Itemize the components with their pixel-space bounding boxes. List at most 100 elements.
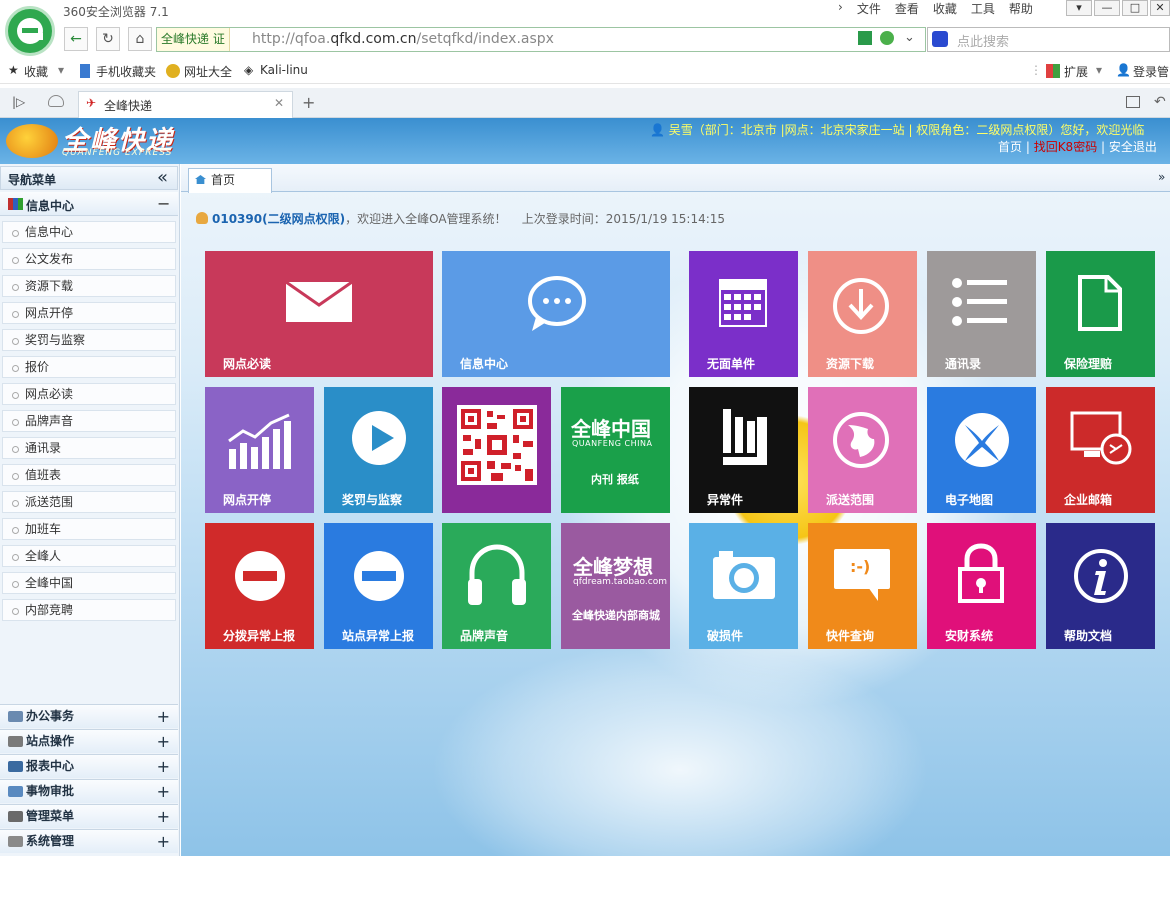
login-manager[interactable]: 登录管 — [1133, 63, 1169, 80]
tile-delivery-range[interactable]: 派送范围 — [808, 387, 917, 513]
menu-favorites[interactable]: 收藏 — [933, 0, 957, 18]
link-recover-password[interactable]: 找回K8密码 — [1034, 140, 1098, 154]
more-icon[interactable]: ⋮ — [1030, 63, 1042, 77]
sidebar-item-info-center[interactable]: 信息中心 — [2, 221, 176, 243]
collapse-section-icon[interactable]: − — [157, 194, 170, 213]
tile-label: 站点异常上报 — [342, 629, 415, 643]
menu-view[interactable]: 查看 — [895, 0, 919, 18]
sidebar-item-duty[interactable]: 值班表 — [2, 464, 176, 486]
tab-scroll-icon[interactable]: » — [1158, 170, 1165, 184]
tab-home[interactable]: 首页 — [188, 168, 272, 193]
menu-file[interactable]: 文件 — [857, 0, 881, 18]
sidebar-toggle-icon[interactable]: |▷ — [12, 95, 25, 109]
extensions-menu[interactable]: 扩展 — [1064, 63, 1088, 80]
minimize-button[interactable]: — — [1094, 0, 1120, 16]
tile-no-waybill[interactable]: 无面单件 — [689, 251, 798, 377]
site-verified-badge[interactable]: 全峰快递 证 — [157, 28, 230, 51]
mail-icon — [285, 281, 353, 322]
sidebar-section-approval[interactable]: 事物审批 + — [0, 779, 178, 803]
chevron-down-icon[interactable]: ▾ — [58, 63, 64, 77]
sidebar-item-recruit[interactable]: 内部竞聘 — [2, 599, 176, 621]
section-label: 系统管理 — [26, 834, 75, 848]
sidebar-section-system[interactable]: 系统管理 + — [0, 829, 178, 853]
sidebar-item-brand-voice[interactable]: 品牌声音 — [2, 410, 176, 432]
tile-downloads[interactable]: 资源下载 — [808, 251, 917, 377]
sidebar-item-documents[interactable]: 公文发布 — [2, 248, 176, 270]
fav-directory[interactable]: 网址大全 — [184, 63, 232, 80]
tile-finance-system[interactable]: 安财系统 — [927, 523, 1036, 649]
tile-hub-exception-report[interactable]: 分拨异常上报 — [205, 523, 314, 649]
sidebar-item-rewards[interactable]: 奖罚与监察 — [2, 329, 176, 351]
url-text[interactable]: http://qfoa.qfkd.com.cn/setqfkd/index.as… — [252, 31, 554, 47]
qr-icon[interactable] — [858, 31, 872, 45]
brand-logo-icon — [6, 124, 58, 158]
sidebar-item-delivery-range[interactable]: 派送范围 — [2, 491, 176, 513]
fav-star-icon[interactable]: ★ — [8, 63, 19, 77]
sidebar-section-admin[interactable]: 管理菜单 + — [0, 804, 178, 828]
search-engine-icon[interactable] — [932, 31, 948, 47]
tile-label: 快件查询 — [826, 629, 875, 643]
menu-help[interactable]: 帮助 — [1009, 0, 1033, 18]
expand-icon[interactable]: + — [157, 705, 170, 728]
undo-icon[interactable]: ↶ — [1154, 94, 1166, 110]
fav-favorites[interactable]: 收藏 — [24, 63, 48, 80]
shirt-skin-icon[interactable]: ▾ — [1066, 0, 1092, 16]
tile-station-exception-report[interactable]: 站点异常上报 — [324, 523, 433, 649]
tile-e-map[interactable]: 电子地图 — [927, 387, 1036, 513]
tile-contacts[interactable]: 通讯录 — [927, 251, 1036, 377]
tile-label: 保险理赔 — [1064, 357, 1113, 371]
security-icon[interactable] — [880, 31, 894, 45]
cloud-icon[interactable] — [48, 95, 64, 107]
sidebar-item-outlet-status[interactable]: 网点开停 — [2, 302, 176, 324]
link-home[interactable]: 首页 — [998, 140, 1022, 154]
sidebar-item-overtime-bus[interactable]: 加班车 — [2, 518, 176, 540]
sidebar-item-must-read[interactable]: 网点必读 — [2, 383, 176, 405]
tile-qr-code[interactable] — [442, 387, 551, 513]
restore-tab-icon[interactable] — [1126, 96, 1140, 108]
expand-icon[interactable]: + — [157, 780, 170, 803]
chevron-down-icon[interactable]: ▾ — [1096, 63, 1102, 77]
sidebar-item-contacts[interactable]: 通讯录 — [2, 437, 176, 459]
tile-outlet-status[interactable]: 网点开停 — [205, 387, 314, 513]
sidebar-section-office[interactable]: 办公事务 + — [0, 704, 178, 728]
brand-subtitle: QUANFENG EXPRESS — [62, 148, 173, 158]
new-tab-icon[interactable]: + — [302, 93, 315, 112]
sidebar-item-china[interactable]: 全峰中国 — [2, 572, 176, 594]
fav-mobile[interactable]: 手机收藏夹 — [96, 63, 156, 80]
sidebar-item-people[interactable]: 全峰人 — [2, 545, 176, 567]
expand-icon[interactable]: + — [157, 755, 170, 778]
back-icon[interactable]: ← — [64, 27, 88, 51]
expand-icon[interactable]: + — [157, 805, 170, 828]
tab-close-icon[interactable]: ✕ — [274, 96, 284, 110]
tile-damaged[interactable]: 破损件 — [689, 523, 798, 649]
fav-kali[interactable]: Kali-linu — [260, 63, 308, 77]
refresh-icon[interactable]: ↻ — [96, 27, 120, 51]
close-button[interactable]: ✕ — [1150, 0, 1170, 16]
tile-must-read[interactable]: 网点必读 — [205, 251, 433, 377]
tile-quanfeng-china[interactable]: 全峰中国 QUANFENG CHINA 内刊 报纸 — [561, 387, 670, 513]
tile-help-docs[interactable]: 帮助文档 — [1046, 523, 1155, 649]
collapse-icon[interactable]: « — [157, 167, 168, 188]
expand-icon[interactable]: + — [157, 830, 170, 853]
chevron-right-icon[interactable]: › — [838, 0, 843, 18]
sidebar-section-info-label: 信息中心 — [26, 199, 75, 213]
tile-quanfeng-dream[interactable]: 全峰梦想 qfdream.taobao.com 全峰快递内部商城 — [561, 523, 670, 649]
tile-info-center[interactable]: 信息中心 — [442, 251, 670, 377]
chevron-down-icon[interactable]: ⌄ — [904, 30, 915, 45]
sidebar-item-downloads[interactable]: 资源下载 — [2, 275, 176, 297]
menu-tools[interactable]: 工具 — [971, 0, 995, 18]
sidebar-section-station[interactable]: 站点操作 + — [0, 729, 178, 753]
maximize-button[interactable]: □ — [1122, 0, 1148, 16]
tile-exception[interactable]: 异常件 — [689, 387, 798, 513]
sidebar-section-reports[interactable]: 报表中心 + — [0, 754, 178, 778]
expand-icon[interactable]: + — [157, 730, 170, 753]
home-icon[interactable]: ⌂ — [128, 27, 152, 51]
link-logout[interactable]: 安全退出 — [1109, 140, 1157, 154]
tile-brand-voice[interactable]: 品牌声音 — [442, 523, 551, 649]
camera-icon — [713, 551, 775, 599]
sidebar-item-quote[interactable]: 报价 — [2, 356, 176, 378]
tile-package-query[interactable]: :-) 快件查询 — [808, 523, 917, 649]
tile-rewards[interactable]: 奖罚与监察 — [324, 387, 433, 513]
tile-insurance[interactable]: 保险理赔 — [1046, 251, 1155, 377]
tile-corporate-email[interactable]: 企业邮箱 — [1046, 387, 1155, 513]
